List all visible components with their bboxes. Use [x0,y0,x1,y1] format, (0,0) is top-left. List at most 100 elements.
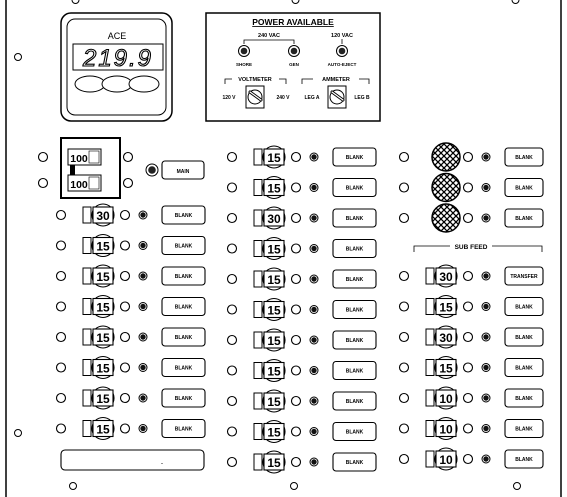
breaker-screw [398,270,410,282]
circuit-label: BLANK [346,399,364,405]
breaker-rating: 15 [267,395,281,409]
circuit-breaker[interactable]: 10 [425,416,458,441]
main-breaker-screw [122,151,134,163]
breaker-screw [398,362,410,373]
circuit-breaker[interactable]: 30 [425,325,458,349]
indicator-light [481,152,491,162]
circuit-breaker[interactable]: 15 [82,233,115,258]
circuit-breaker[interactable]: 15 [82,416,115,441]
breaker-rating: 15 [96,331,110,345]
indicator-light [481,454,491,464]
indicator-light [138,332,148,342]
circuit-breaker[interactable]: 15 [253,389,286,413]
breaker-rating: 10 [439,392,453,406]
power-available-title: POWER AVAILABLE [252,17,334,27]
breaker-screw [226,334,238,346]
circuit-breaker[interactable]: 15 [253,358,286,383]
breaker-screw [462,362,474,373]
ammeter-title: AMMETER [322,77,350,83]
circuit-label: BLANK [175,335,193,341]
breaker-rating: 15 [96,301,110,315]
circuit-label: BLANK [175,274,193,280]
breaker-screw [119,331,131,343]
circuit-label: BLANK [346,369,364,375]
circuit-label: BLANK [346,155,364,161]
circuit-breaker[interactable]: 10 [425,386,458,410]
indicator-light [138,210,148,220]
breaker-screw [55,362,67,373]
circuit-breaker[interactable]: 15 [425,294,458,319]
breaker-screw [462,301,474,312]
breaker-screw [290,365,302,376]
indicator-label-shore: SHORE [236,62,252,67]
breaker-rating: 15 [96,392,110,406]
ammeter-right-label: LEG B [354,95,370,101]
indicator-light [138,302,148,311]
circuit-label: BLANK [346,460,364,466]
circuit-breaker[interactable]: 30 [82,203,115,227]
circuit-breaker[interactable]: 15 [82,386,115,410]
circuit-breaker[interactable]: 30 [425,264,458,288]
meter-button[interactable] [101,75,133,93]
main-label: MAIN [177,169,190,175]
mounting-hole-top [511,0,520,4]
breaker-rating: 10 [439,423,453,437]
mounting-hole [69,482,77,490]
meter-button[interactable] [128,75,160,93]
group-120-label: 120 VAC [331,33,353,39]
circuit-label: BLANK [515,427,533,433]
breaker-rating: 15 [439,362,453,376]
meter-button[interactable] [74,75,106,93]
breaker-screw [119,301,131,312]
breaker-screw [119,240,131,251]
breaker-rating: 15 [267,426,281,440]
indicator-light [481,213,491,223]
breaker-rating: 10 [439,453,453,467]
circuit-breaker[interactable]: 15 [253,145,286,169]
right-top-section: BLANK BLANK BLANK [398,142,544,233]
power-available-box [205,12,381,122]
breaker-rating: 15 [267,365,281,379]
main-breaker-pole-1[interactable]: 100 [67,148,102,166]
breaker-rating: 30 [439,331,453,345]
ammeter-selector-switch[interactable] [327,85,347,109]
circuit-breaker[interactable]: 15 [253,328,286,352]
breaker-screw [226,182,238,193]
circuit-label: BLANK [346,216,364,222]
breaker-screw [290,273,302,285]
breaker-screw [55,423,67,434]
breaker-screw [55,270,67,282]
voltmeter-selector-switch[interactable] [245,85,265,109]
circuit-breaker[interactable]: 15 [82,325,115,349]
indicator-light [138,241,148,250]
circuit-breaker[interactable]: 15 [82,294,115,319]
circuit-breaker[interactable]: 15 [253,297,286,322]
circuit-breaker[interactable]: 10 [425,447,458,471]
circuit-label: BLANK [515,186,533,192]
circuit-breaker[interactable]: 15 [253,450,286,474]
breaker-screw [290,212,302,224]
breaker-screw [462,423,474,434]
breaker-screw [398,331,410,343]
circuit-label: BLANK [346,308,364,314]
circuit-breaker[interactable]: 15 [82,355,115,380]
breaker-rating: 15 [267,151,281,165]
circuit-label: BLANK [346,430,364,436]
hatched-receptacle [431,172,461,203]
circuit-breaker[interactable]: 15 [82,264,115,288]
circuit-label: BLANK [346,186,364,192]
mounting-hole-top [291,0,300,4]
circuit-breaker[interactable]: 15 [253,175,286,200]
circuit-breaker[interactable]: 15 [253,419,286,444]
circuit-breaker[interactable]: 15 [253,267,286,291]
circuit-breaker[interactable]: 15 [425,355,458,380]
mounting-hole [14,429,22,437]
hatched-receptacle [431,142,461,172]
circuit-breaker[interactable]: 15 [253,236,286,261]
breaker-rating: 30 [96,209,110,223]
breaker-screw [119,270,131,282]
indicator-light [309,335,319,345]
breaker-screw [462,453,474,465]
main-breaker-pole-2[interactable]: 100 [67,174,102,192]
circuit-breaker[interactable]: 30 [253,206,286,230]
